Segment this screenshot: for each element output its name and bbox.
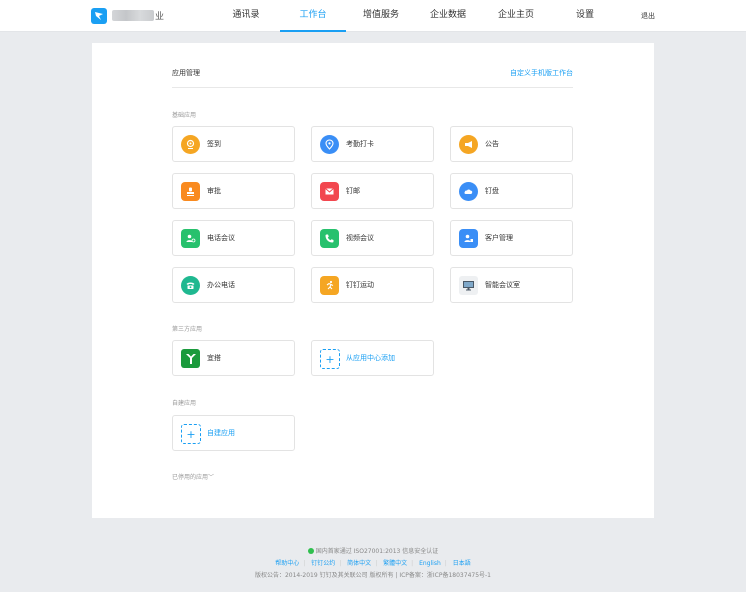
chevron-down-icon: ﹀ — [208, 474, 215, 481]
footer-link-help-center[interactable]: 帮助中心 — [275, 560, 299, 567]
separator: | — [375, 560, 378, 567]
app-card-customer-management[interactable]: 客户管理 — [450, 220, 573, 256]
app-label: 办公电话 — [207, 281, 235, 289]
location-marker-icon — [320, 135, 339, 154]
custom-apps-label: 自建应用 — [172, 400, 197, 407]
company-name-suffix: 业 — [155, 12, 165, 22]
video-call-icon — [320, 229, 339, 248]
logout-link[interactable]: 退出 — [641, 11, 655, 21]
footer-link-simplified-chinese[interactable]: 简体中文 — [347, 560, 371, 567]
add-from-app-center-button[interactable]: + 从应用中心添加 — [311, 340, 434, 376]
top-nav-bar: 业 通讯录 工作台 增值服务 企业数据 企业主页 设置 退出 — [0, 0, 746, 32]
page-title: 应用管理 — [172, 69, 200, 77]
app-card-yida[interactable]: 宜搭 — [172, 340, 295, 376]
mail-icon — [320, 182, 339, 201]
shield-check-icon — [307, 548, 314, 554]
conference-call-icon — [181, 229, 200, 248]
app-label: 钉盘 — [485, 187, 499, 195]
app-card-approval[interactable]: 审批 — [172, 173, 295, 209]
disabled-apps-label: 已停用的应用 — [172, 474, 209, 481]
app-card-attendance[interactable]: 考勤打卡 — [311, 126, 434, 162]
running-icon — [320, 276, 339, 295]
copyright-text: 版权公告：2014-2019 钉钉及其关联公司 版权所有 | ICP备案：浙IC… — [254, 572, 492, 579]
app-card-conference-call[interactable]: 电话会议 — [172, 220, 295, 256]
app-card-checkin[interactable]: 签到 — [172, 126, 295, 162]
location-pin-icon — [181, 135, 200, 154]
tab-enterprise-homepage[interactable]: 企业主页 — [492, 0, 540, 32]
app-card-smart-meeting-room[interactable]: 智能会议室 — [450, 267, 573, 303]
app-label: 智能会议室 — [485, 281, 520, 289]
cloud-icon — [459, 182, 478, 201]
app-label: 宜搭 — [207, 354, 221, 362]
app-label: 钉钉运动 — [346, 281, 374, 289]
yida-logo-icon — [181, 349, 200, 368]
app-card-ding-disk[interactable]: 钉盘 — [450, 173, 573, 209]
app-label: 签到 — [207, 140, 221, 148]
create-custom-app-label: 自建应用 — [207, 429, 235, 437]
monitor-icon — [459, 276, 478, 295]
footer-links: 帮助中心 | 钉钉公约 | 简体中文 | 繁體中文 | English | 日本語 — [0, 558, 746, 567]
certification-text: 国内首家通过 ISO27001:2013 信息安全认证 — [315, 548, 439, 555]
app-card-announcement[interactable]: 公告 — [450, 126, 573, 162]
third-party-apps-label: 第三方应用 — [172, 326, 203, 333]
telephone-icon — [181, 276, 200, 295]
footer-link-japanese[interactable]: 日本語 — [453, 560, 471, 567]
tab-value-added-services[interactable]: 增值服务 — [357, 0, 405, 32]
app-card-video-conference[interactable]: 视频会议 — [311, 220, 434, 256]
basic-apps-label: 基础应用 — [172, 112, 197, 119]
disabled-apps-toggle[interactable]: 已停用的应用﹀ — [172, 472, 214, 481]
app-label: 公告 — [485, 140, 499, 148]
divider — [172, 87, 573, 88]
tab-workbench[interactable]: 工作台 — [280, 0, 346, 32]
separator: | — [444, 560, 447, 567]
separator: | — [303, 560, 306, 567]
megaphone-icon — [459, 135, 478, 154]
tab-enterprise-data[interactable]: 企业数据 — [424, 0, 472, 32]
company-name-blurred — [112, 10, 154, 21]
tab-contacts[interactable]: 通讯录 — [226, 0, 266, 32]
add-from-app-center-label: 从应用中心添加 — [346, 354, 395, 362]
app-label: 考勤打卡 — [346, 140, 374, 148]
separator: | — [411, 560, 414, 567]
app-label: 审批 — [207, 187, 221, 195]
plus-icon: + — [181, 424, 201, 444]
footer-link-convention[interactable]: 钉钉公约 — [311, 560, 335, 567]
dingtalk-logo-icon[interactable] — [91, 8, 107, 24]
app-label: 视频会议 — [346, 234, 374, 242]
stamp-icon — [181, 182, 200, 201]
app-label: 电话会议 — [207, 234, 235, 242]
app-label: 钉邮 — [346, 187, 360, 195]
app-card-office-phone[interactable]: 办公电话 — [172, 267, 295, 303]
app-management-panel: 应用管理 自定义手机版工作台 基础应用 签到 考勤打卡 公告 审批 钉邮 钉盘 … — [92, 43, 654, 518]
app-label: 客户管理 — [485, 234, 513, 242]
plus-icon: + — [320, 349, 340, 369]
app-card-ding-sports[interactable]: 钉钉运动 — [311, 267, 434, 303]
separator: | — [339, 560, 342, 567]
security-certification: 国内首家通过 ISO27001:2013 信息安全认证 — [0, 546, 746, 555]
footer-link-english[interactable]: English — [419, 560, 441, 567]
customer-icon — [459, 229, 478, 248]
app-card-ding-mail[interactable]: 钉邮 — [311, 173, 434, 209]
tab-settings[interactable]: 设置 — [570, 0, 600, 32]
create-custom-app-button[interactable]: + 自建应用 — [172, 415, 295, 451]
customize-mobile-workbench-link[interactable]: 自定义手机版工作台 — [510, 68, 573, 78]
footer-link-traditional-chinese[interactable]: 繁體中文 — [383, 560, 407, 567]
